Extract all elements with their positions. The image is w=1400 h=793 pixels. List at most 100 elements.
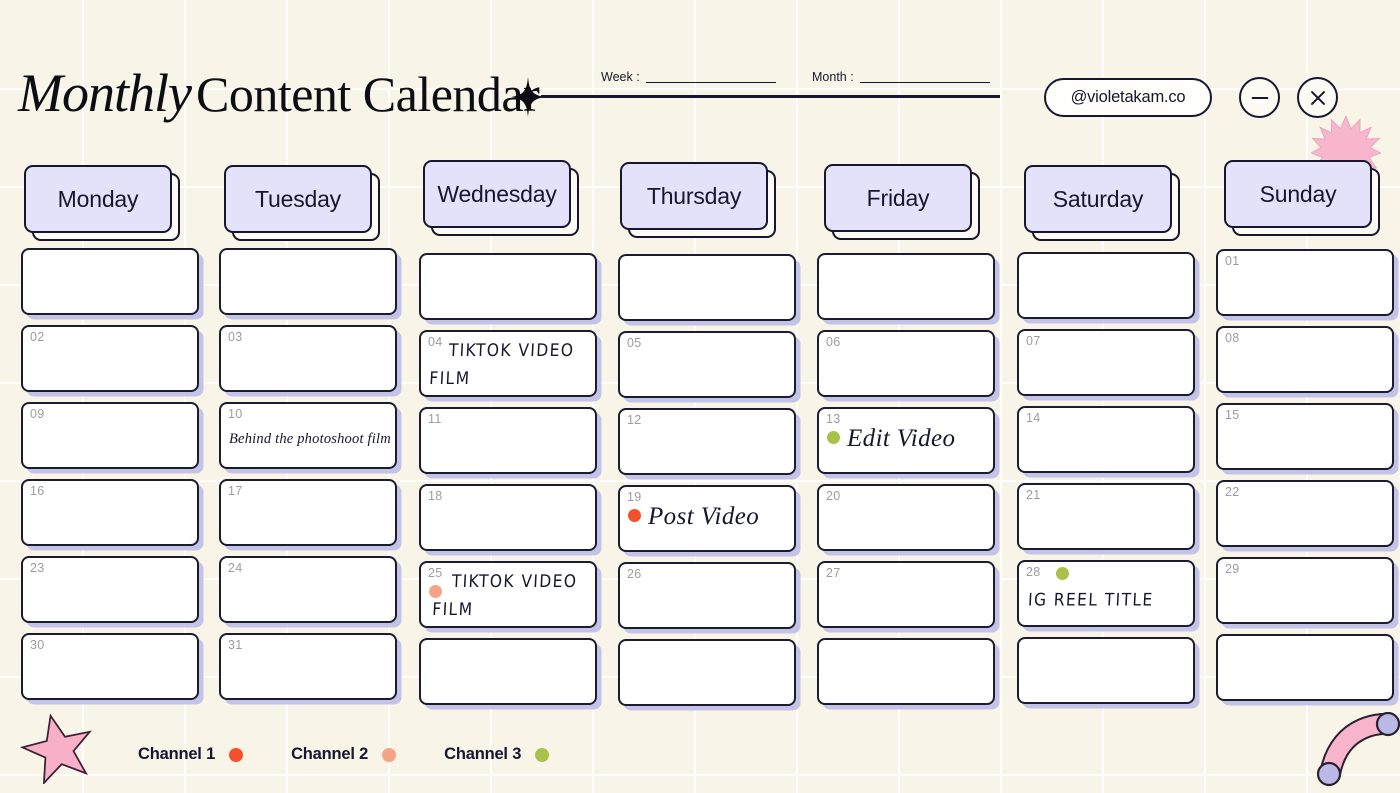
- calendar-cell[interactable]: 28 IG REEL TITLE: [1017, 560, 1195, 627]
- calendar-cell[interactable]: 27: [817, 561, 995, 628]
- legend-label: Channel 3: [444, 745, 522, 763]
- day-header-tuesday[interactable]: Tuesday: [224, 165, 372, 233]
- calendar-cell[interactable]: [817, 253, 995, 320]
- calendar-cell[interactable]: [1216, 634, 1394, 701]
- cell-wrap: 24: [210, 556, 397, 633]
- calendar-cell[interactable]: 07: [1017, 329, 1195, 396]
- cell-wrap: 19 Post Video: [610, 485, 796, 562]
- day-header-label: Friday: [866, 184, 930, 211]
- calendar-cell[interactable]: [419, 638, 597, 705]
- calendar-cell[interactable]: 11: [419, 407, 597, 474]
- day-header-sunday[interactable]: Sunday: [1224, 160, 1372, 228]
- calendar-cell[interactable]: 06: [817, 330, 995, 397]
- calendar-cell[interactable]: [618, 254, 796, 321]
- cell-wrap: [610, 639, 796, 716]
- page-title-regular: Content Calendar: [195, 66, 540, 122]
- cell-wrap: 21: [1010, 483, 1195, 560]
- calendar-cell[interactable]: 14: [1017, 406, 1195, 473]
- cell-wrap: 29: [1210, 557, 1394, 634]
- calendar-cell[interactable]: 30: [21, 633, 199, 700]
- calendar-cell[interactable]: 26: [618, 562, 796, 629]
- cell-wrap: 18: [410, 484, 597, 561]
- month-input[interactable]: [859, 71, 990, 83]
- cell-day-number: 10: [228, 407, 243, 421]
- calendar-cell[interactable]: 05: [618, 331, 796, 398]
- cell-wrap: 01: [1210, 249, 1394, 326]
- calendar-cell[interactable]: [1017, 252, 1195, 319]
- legend-item[interactable]: Channel 2: [291, 745, 397, 764]
- calendar-cell[interactable]: 15: [1216, 403, 1394, 470]
- cell-entry-text: TIKTOK VIDEO FILM: [429, 337, 576, 393]
- calendar-cell[interactable]: 09: [21, 402, 199, 469]
- calendar-cell[interactable]: 20: [817, 484, 995, 551]
- day-header-wednesday[interactable]: Wednesday: [423, 160, 571, 228]
- calendar-cell[interactable]: 24: [219, 556, 397, 623]
- month-field[interactable]: Month :: [812, 70, 990, 84]
- legend-item[interactable]: Channel 3: [444, 745, 550, 764]
- calendar-cell[interactable]: 17: [219, 479, 397, 546]
- cell-day-number: 09: [30, 407, 45, 421]
- close-button[interactable]: [1297, 77, 1338, 118]
- day-header-thursday[interactable]: Thursday: [620, 162, 768, 230]
- cell-wrap: [810, 638, 995, 715]
- calendar-cell[interactable]: 16: [21, 479, 199, 546]
- calendar-cell[interactable]: [1017, 637, 1195, 704]
- calendar-cell[interactable]: [21, 248, 199, 315]
- calendar-cell[interactable]: 29: [1216, 557, 1394, 624]
- day-column-saturday: Saturday 07 14 21 28 IG REEL TITLE: [1000, 160, 1200, 716]
- cell-wrap: [210, 248, 397, 325]
- calendar-cell[interactable]: 19 Post Video: [618, 485, 796, 552]
- calendar-cell[interactable]: [419, 253, 597, 320]
- day-column-monday: Monday 02 09 16 23 30: [0, 160, 200, 716]
- cell-wrap: 27: [810, 561, 995, 638]
- calendar-cell[interactable]: 12: [618, 408, 796, 475]
- day-header-monday[interactable]: Monday: [24, 165, 172, 233]
- cell-wrap: 07: [1010, 329, 1195, 406]
- calendar-cell[interactable]: 10 Behind the photoshoot film: [219, 402, 397, 469]
- account-handle-pill[interactable]: @violetakam.co: [1044, 78, 1212, 117]
- minimize-button[interactable]: [1239, 77, 1280, 118]
- week-input[interactable]: [645, 71, 776, 83]
- cell-day-number: 12: [627, 413, 642, 427]
- calendar-cell[interactable]: 31: [219, 633, 397, 700]
- calendar-cell[interactable]: 25 TIKTOK VIDEO FILM: [419, 561, 597, 628]
- cell-wrap: 23: [10, 556, 199, 633]
- calendar-cell[interactable]: 02: [21, 325, 199, 392]
- cell-day-number: 21: [1026, 488, 1041, 502]
- day-header-saturday[interactable]: Saturday: [1024, 165, 1172, 233]
- day-header-friday[interactable]: Friday: [824, 164, 972, 232]
- cell-wrap: [810, 253, 995, 330]
- day-header-label: Tuesday: [255, 185, 341, 212]
- legend-label: Channel 1: [138, 745, 216, 763]
- header-divider-rule: [541, 95, 1000, 98]
- week-field[interactable]: Week :: [601, 70, 776, 84]
- cell-wrap: [1210, 634, 1394, 711]
- cell-wrap: 13 Edit Video: [810, 407, 995, 484]
- calendar-cell[interactable]: 08: [1216, 326, 1394, 393]
- calendar-cell[interactable]: 04 TIKTOK VIDEO FILM: [419, 330, 597, 397]
- account-handle-label: @violetakam.co: [1070, 88, 1186, 106]
- cell-wrap: 10 Behind the photoshoot film: [210, 402, 397, 479]
- cell-day-number: 28: [1026, 565, 1041, 579]
- day-cells: 01 08 15 22 29: [1210, 249, 1394, 711]
- cell-wrap: 30: [10, 633, 199, 710]
- cell-wrap: 14: [1010, 406, 1195, 483]
- day-column-sunday: Sunday 01 08 15 22 29: [1200, 160, 1400, 716]
- cell-day-number: 04: [428, 335, 443, 349]
- calendar-cell[interactable]: 22: [1216, 480, 1394, 547]
- calendar-cell[interactable]: 18: [419, 484, 597, 551]
- close-icon: [1310, 90, 1325, 105]
- calendar-cell[interactable]: 03: [219, 325, 397, 392]
- legend-item[interactable]: Channel 1: [138, 745, 244, 764]
- calendar-cell[interactable]: [817, 638, 995, 705]
- calendar-cell[interactable]: 21: [1017, 483, 1195, 550]
- cell-wrap: 04 TIKTOK VIDEO FILM: [410, 330, 597, 407]
- calendar-cell[interactable]: 13 Edit Video: [817, 407, 995, 474]
- calendar-cell[interactable]: [219, 248, 397, 315]
- calendar-cell[interactable]: 01: [1216, 249, 1394, 316]
- minimize-icon: [1251, 96, 1268, 99]
- calendar-cell[interactable]: 23: [21, 556, 199, 623]
- calendar-cell[interactable]: [618, 639, 796, 706]
- cell-day-number: 02: [30, 330, 45, 344]
- day-header-wrap: Wednesday: [410, 160, 590, 252]
